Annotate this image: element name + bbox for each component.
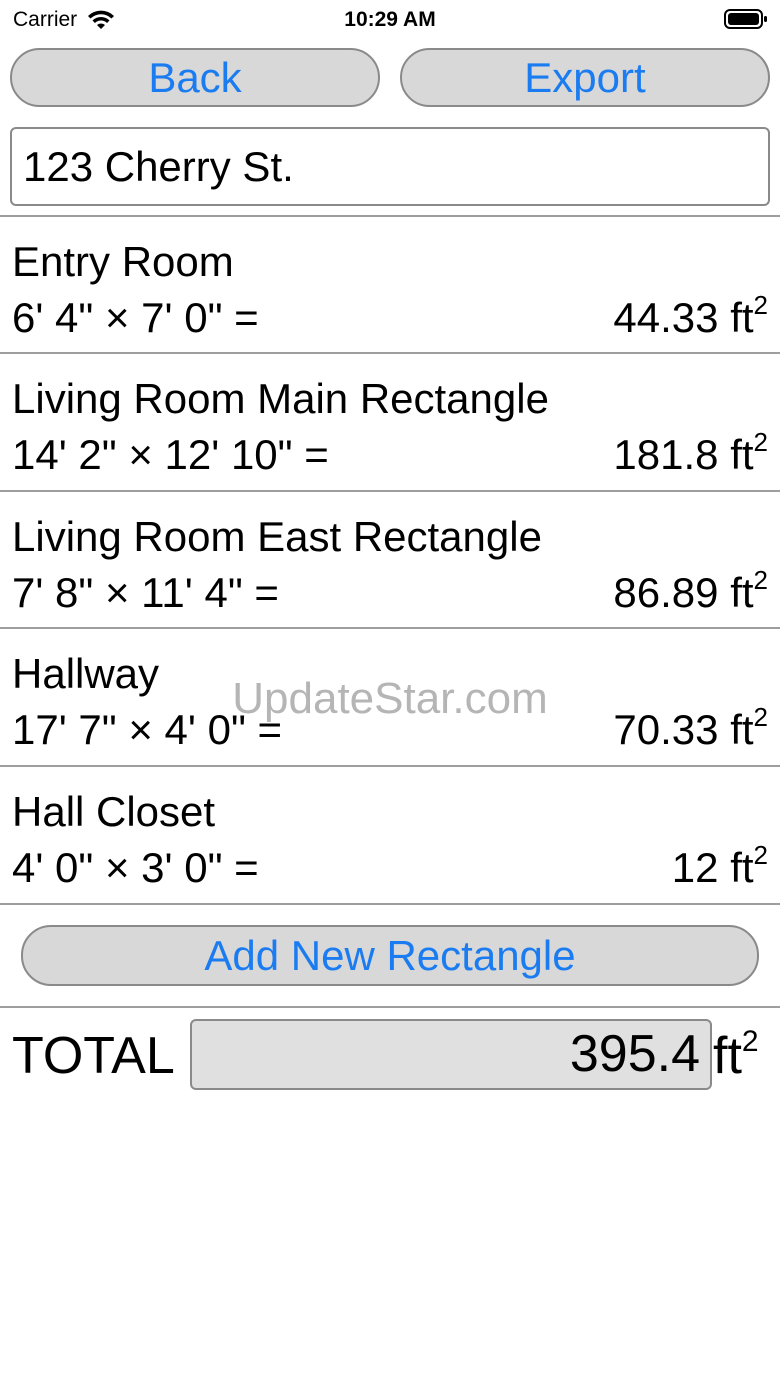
room-row[interactable]: Living Room East Rectangle 7' 8" × 11' 4…: [0, 492, 780, 628]
room-area: 70.33 ft2: [613, 702, 768, 755]
room-name: Hallway: [12, 650, 160, 697]
room-row[interactable]: Hall Closet 4' 0" × 3' 0" = 12 ft2: [0, 767, 780, 903]
status-bar: Carrier 10:29 AM: [0, 0, 780, 40]
room-dimensions: 7' 8" × 11' 4" =: [12, 569, 279, 616]
area-unit: ft: [730, 431, 754, 478]
area-unit: ft: [730, 844, 754, 891]
room-row[interactable]: Hallway 17' 7" × 4' 0" = 70.33 ft2: [0, 629, 780, 765]
area-unit-exponent: 2: [753, 427, 768, 457]
area-unit-exponent: 2: [753, 840, 768, 870]
room-area: 86.89 ft2: [613, 565, 768, 618]
room-name: Entry Room: [12, 238, 234, 285]
battery-icon: [724, 9, 767, 29]
room-area: 12 ft2: [671, 840, 768, 893]
room-area-value: 70.33: [613, 706, 719, 753]
export-button[interactable]: Export: [400, 48, 770, 107]
room-name: Living Room East Rectangle: [12, 513, 542, 560]
room-dimensions: 4' 0" × 3' 0" =: [12, 844, 259, 891]
room-area-value: 181.8: [613, 431, 719, 478]
add-rectangle-button[interactable]: Add New Rectangle: [21, 925, 759, 986]
divider: [0, 1006, 780, 1008]
room-dimensions: 6' 4" × 7' 0" =: [12, 294, 259, 341]
area-unit-exponent: 2: [753, 565, 768, 595]
total-unit-exponent: 2: [741, 1025, 759, 1058]
area-unit-exponent: 2: [753, 290, 768, 320]
room-row[interactable]: Entry Room 6' 4" × 7' 0" = 44.33 ft2: [0, 217, 780, 353]
total-unit-base: ft: [713, 1027, 742, 1085]
total-label: TOTAL: [12, 1027, 175, 1085]
room-area-value: 86.89: [613, 569, 719, 616]
total-value-field: 395.4: [190, 1019, 712, 1090]
area-unit-exponent: 2: [753, 702, 768, 732]
room-area: 44.33 ft2: [613, 290, 768, 343]
area-unit: ft: [730, 569, 754, 616]
divider: [0, 903, 780, 905]
room-name: Living Room Main Rectangle: [12, 375, 549, 422]
room-area: 181.8 ft2: [613, 427, 768, 480]
status-time: 10:29 AM: [344, 8, 436, 31]
room-dimensions: 17' 7" × 4' 0" =: [12, 706, 283, 753]
room-area-value: 12: [671, 844, 719, 891]
area-unit: ft: [730, 706, 754, 753]
address-input[interactable]: 123 Cherry St.: [10, 127, 770, 206]
area-unit: ft: [730, 294, 754, 341]
room-row[interactable]: Living Room Main Rectangle 14' 2" × 12' …: [0, 354, 780, 490]
room-name: Hall Closet: [12, 788, 216, 835]
total-unit: ft2: [713, 1025, 759, 1086]
room-area-value: 44.33: [613, 294, 719, 341]
back-button[interactable]: Back: [10, 48, 380, 107]
room-dimensions: 14' 2" × 12' 10" =: [12, 431, 329, 478]
